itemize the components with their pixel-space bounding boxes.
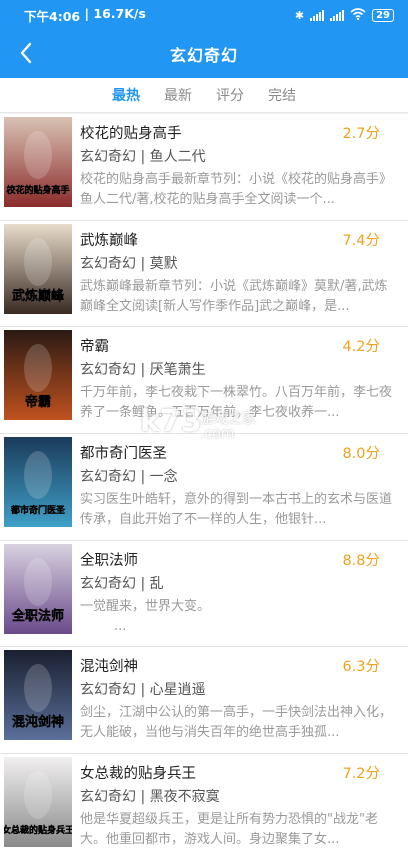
book-description: 千万年前，李七夜栽下一株翠竹。八百万年前，李七夜养了一条鲤鱼。五百万年前，李七夜… <box>80 383 398 423</box>
book-category: 玄幻奇幻 <box>80 575 136 592</box>
wifi-icon <box>350 7 366 23</box>
tab-newest[interactable]: 最新 <box>152 85 204 105</box>
tab-hottest[interactable]: 最热 <box>100 85 152 105</box>
book-cover[interactable]: 帝霸 <box>4 330 72 421</box>
cover-title-text: 武炼巅峰 <box>12 288 65 304</box>
meta-separator: | <box>136 789 150 806</box>
book-author: 一念 <box>149 469 178 486</box>
meta-separator: | <box>136 255 150 272</box>
book-score: 8.8分 <box>342 552 380 569</box>
book-description-text: 武炼巅峰最新章节列：小说《武炼巅峰》莫默/著,武炼巅峰全文阅读[新人写作季作品]… <box>80 278 388 314</box>
book-list-item[interactable]: 全职法师 全职法师 8.8分 玄幻奇幻 | 乱一觉醒来，世界大变。... <box>0 540 408 648</box>
book-list: 校花的贴身高手 校花的贴身高手 2.7分 玄幻奇幻 | 鱼人二代 校花的贴身高手最新章节… <box>0 114 408 856</box>
book-score: 4.2分 <box>342 339 380 356</box>
book-cover[interactable]: 混沌剑神 <box>4 650 72 741</box>
battery-icon: 29 <box>372 8 394 22</box>
book-title[interactable]: 女总裁的贴身兵王 <box>80 762 196 783</box>
book-meta: 玄幻奇幻 | 乱 <box>80 573 164 593</box>
book-author: 莫默 <box>149 255 178 272</box>
tab-rating[interactable]: 评分 <box>204 85 256 105</box>
book-cover[interactable]: 都市奇门医圣 <box>4 437 72 528</box>
book-category: 玄幻奇幻 <box>80 469 136 486</box>
book-description-text: 千万年前，李七夜栽下一株翠竹。八百万年前，李七夜养了一条鲤鱼。五百万年前，李七夜… <box>80 385 393 421</box>
book-meta: 玄幻奇幻 | 心星逍遥 <box>80 679 206 699</box>
book-category: 玄幻奇幻 <box>80 149 136 165</box>
cover-title-text: 都市奇门医圣 <box>10 504 66 516</box>
nav-bar: 玄幻奇幻 <box>0 30 408 78</box>
cover-title-text: 校花的贴身高手 <box>6 184 69 196</box>
book-score: 7.2分 <box>342 766 380 783</box>
book-description-text: 校花的贴身高手最新章节列：小说《校花的贴身高手》鱼人二代/著,校花的贴身高手全文… <box>80 172 393 207</box>
book-category: 玄幻奇幻 <box>80 682 136 699</box>
book-cover[interactable]: 武炼巅峰 <box>4 223 72 314</box>
book-list-item[interactable]: 帝霸 帝霸 4.2分 玄幻奇幻 | 厌笔萧生 千万年前，李七夜栽下一株翠竹。八百万年前，… <box>0 327 408 435</box>
book-title[interactable]: 帝霸 <box>80 335 109 356</box>
back-icon[interactable] <box>14 40 40 66</box>
book-score: 2.7分 <box>342 126 380 142</box>
book-author: 心星逍遥 <box>149 682 206 699</box>
tab-completed[interactable]: 完结 <box>256 85 308 105</box>
signal-2-icon <box>330 9 345 21</box>
book-meta: 玄幻奇幻 | 黑夜不寂寞 <box>80 786 220 806</box>
book-title[interactable]: 都市奇门医圣 <box>80 442 167 463</box>
book-list-item[interactable]: 混沌剑神 混沌剑神 6.3分 玄幻奇幻 | 心星逍遥 剑尘，江湖中公认的第一高手，一手快… <box>0 647 408 755</box>
book-description-text: 剑尘，江湖中公认的第一高手，一手快剑法出神入化，无人能破，当他与消失百年的绝世高… <box>80 705 393 741</box>
meta-separator: | <box>136 469 150 486</box>
meta-separator: | <box>136 149 150 165</box>
cover-title-text: 女总裁的贴身兵王 <box>4 824 72 836</box>
book-author: 乱 <box>149 575 164 592</box>
book-description: 一觉醒来，世界大变。... <box>80 597 398 637</box>
book-meta: 玄幻奇幻 | 一念 <box>80 466 178 486</box>
status-speed: 16.7K/s <box>93 5 146 21</box>
book-description-text: 一觉醒来，世界大变。 <box>80 598 211 614</box>
book-description: 他是华夏超级兵王，更是让所有势力恐惧的"战龙"老大。他重回都市，游戏人间。身边聚… <box>80 810 398 850</box>
book-category: 玄幻奇幻 <box>80 255 136 272</box>
meta-separator: | <box>136 575 150 592</box>
book-description: 校花的贴身高手最新章节列：小说《校花的贴身高手》鱼人二代/著,校花的贴身高手全文… <box>80 170 398 210</box>
book-list-item[interactable]: 武炼巅峰 武炼巅峰 7.4分 玄幻奇幻 | 莫默 武炼巅峰最新章节列：小说《武炼巅峰》莫… <box>0 220 408 328</box>
book-meta: 玄幻奇幻 | 莫默 <box>80 253 178 273</box>
book-author: 鱼人二代 <box>149 149 206 165</box>
book-description-text: 他是华夏超级兵王，更是让所有势力恐惧的"战龙"老大。他重回都市，游戏人间。身边聚… <box>80 812 378 848</box>
book-description: 剑尘，江湖中公认的第一高手，一手快剑法出神入化，无人能破，当他与消失百年的绝世高… <box>80 703 398 743</box>
book-description-text: 实习医生叶皓轩，意外的得到一本古书上的玄术与医道传承，自此开始了不一样的人生，他… <box>80 492 393 528</box>
book-author: 厌笔萧生 <box>149 362 206 379</box>
book-meta: 玄幻奇幻 | 鱼人二代 <box>80 146 206 166</box>
book-score: 6.3分 <box>342 659 380 676</box>
sort-tabs: 最热 最新 评分 完结 <box>0 78 408 113</box>
page-title: 玄幻奇幻 <box>169 46 238 65</box>
book-list-item[interactable]: 都市奇门医圣 都市奇门医圣 8.0分 玄幻奇幻 | 一念 实习医生叶皓轩，意外的得到一本… <box>0 434 408 541</box>
meta-separator: | <box>136 362 150 379</box>
book-title[interactable]: 全职法师 <box>80 549 138 570</box>
book-cover[interactable]: 全职法师 <box>4 543 72 634</box>
cover-title-text: 全职法师 <box>11 608 64 624</box>
bluetooth-icon: ✱ <box>294 8 305 22</box>
book-cover[interactable]: 校花的贴身高手 <box>4 117 72 207</box>
cover-title-text: 帝霸 <box>25 394 51 410</box>
status-time: 下午4:06 <box>24 8 81 24</box>
signal-icon <box>310 9 325 21</box>
book-list-item[interactable]: 校花的贴身高手 校花的贴身高手 2.7分 玄幻奇幻 | 鱼人二代 校花的贴身高手最新章节… <box>0 114 408 221</box>
book-title[interactable]: 校花的贴身高手 <box>80 122 182 143</box>
book-score: 8.0分 <box>342 446 380 463</box>
book-title[interactable]: 武炼巅峰 <box>80 229 138 250</box>
app-header: 下午4:06 | 16.7K/s ✱ 29 玄幻奇幻 <box>0 0 408 78</box>
book-author: 黑夜不寂寞 <box>149 789 220 806</box>
book-score: 7.4分 <box>342 232 380 249</box>
book-category: 玄幻奇幻 <box>80 789 136 806</box>
meta-separator: | <box>136 682 150 699</box>
book-category: 玄幻奇幻 <box>80 362 136 379</box>
book-description: 实习医生叶皓轩，意外的得到一本古书上的玄术与医道传承，自此开始了不一样的人生，他… <box>80 490 398 530</box>
book-cover[interactable]: 女总裁的贴身兵王 <box>4 757 72 848</box>
book-description-more: ... <box>114 618 127 634</box>
cover-title-text: 混沌剑神 <box>12 714 64 730</box>
book-description: 武炼巅峰最新章节列：小说《武炼巅峰》莫默/著,武炼巅峰全文阅读[新人写作季作品]… <box>80 277 398 317</box>
book-list-item[interactable]: 女总裁的贴身兵王 女总裁的贴身兵王 7.2分 玄幻奇幻 | 黑夜不寂寞 他是华夏超级兵王… <box>0 754 408 856</box>
book-title[interactable]: 混沌剑神 <box>80 655 138 676</box>
status-bar: 下午4:06 | 16.7K/s ✱ 29 <box>0 0 408 30</box>
book-meta: 玄幻奇幻 | 厌笔萧生 <box>80 359 206 379</box>
